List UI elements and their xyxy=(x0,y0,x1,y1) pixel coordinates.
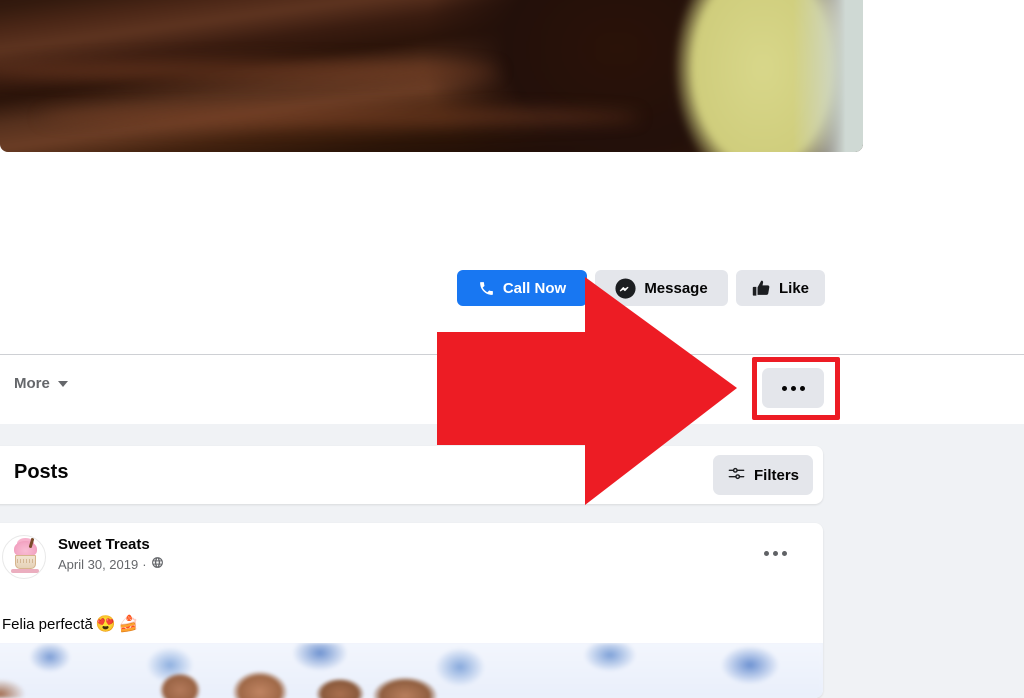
cover-photo[interactable] xyxy=(0,0,863,152)
post-photo[interactable] xyxy=(0,643,823,698)
nav-more-label: More xyxy=(14,375,50,392)
page-title: Posts xyxy=(14,461,69,483)
filters-button[interactable]: Filters xyxy=(712,455,813,495)
page-nav-bar: More xyxy=(0,354,1024,424)
overflow-menu-button[interactable] xyxy=(762,368,824,408)
cake-slice-emoji: 🍰 xyxy=(118,616,139,633)
ellipsis-icon-dot xyxy=(773,551,778,556)
avatar[interactable] xyxy=(2,535,46,579)
message-button[interactable]: Message xyxy=(595,270,728,306)
filters-label: Filters xyxy=(753,466,799,484)
like-button[interactable]: Like xyxy=(736,270,825,306)
sliders-icon xyxy=(727,464,746,487)
posts-section-card: Posts Filters xyxy=(0,446,823,504)
post-card: Sweet Treats April 30, 2019 · Felia perf… xyxy=(0,523,823,698)
cupcake-icon-cup xyxy=(15,555,36,569)
post-photo-cake-left xyxy=(0,672,50,698)
ellipsis-icon-dot xyxy=(799,385,805,391)
phone-icon xyxy=(478,280,495,297)
post-author-name[interactable]: Sweet Treats xyxy=(58,535,164,555)
ellipsis-icon-dot xyxy=(782,551,787,556)
post-photo-cake xyxy=(150,660,450,698)
chevron-down-icon xyxy=(57,380,68,387)
call-now-label: Call Now xyxy=(502,279,567,297)
nav-more-dropdown[interactable]: More xyxy=(14,375,68,392)
cover-photo-detail xyxy=(0,60,500,82)
like-label: Like xyxy=(778,279,809,297)
screenshot-root: Call Now Message Like More Posts Filters… xyxy=(0,0,1024,698)
ellipsis-icon-dot xyxy=(790,385,796,391)
message-label: Message xyxy=(644,279,708,297)
post-text-body: Felia perfectă xyxy=(2,616,93,633)
post-author-block: Sweet Treats April 30, 2019 · xyxy=(58,535,164,574)
cover-photo-detail xyxy=(40,108,640,126)
messenger-icon xyxy=(615,277,636,299)
globe-icon[interactable] xyxy=(151,556,164,574)
ellipsis-icon-dot xyxy=(781,385,787,391)
heart-eyes-emoji: 😍 xyxy=(95,616,116,633)
post-date[interactable]: April 30, 2019 xyxy=(58,556,138,574)
post-header: Sweet Treats April 30, 2019 · xyxy=(2,535,164,579)
post-meta-separator: · xyxy=(142,557,147,572)
ellipsis-icon-dot xyxy=(764,551,769,556)
cover-photo-edge-fade xyxy=(793,0,863,152)
post-text: Felia perfectă 😍 🍰 xyxy=(2,615,139,635)
cupcake-icon-text xyxy=(11,569,39,573)
call-now-button[interactable]: Call Now xyxy=(457,270,587,306)
post-menu-button[interactable] xyxy=(758,545,793,562)
thumbs-up-icon xyxy=(752,279,771,298)
post-meta: April 30, 2019 · xyxy=(58,556,164,574)
